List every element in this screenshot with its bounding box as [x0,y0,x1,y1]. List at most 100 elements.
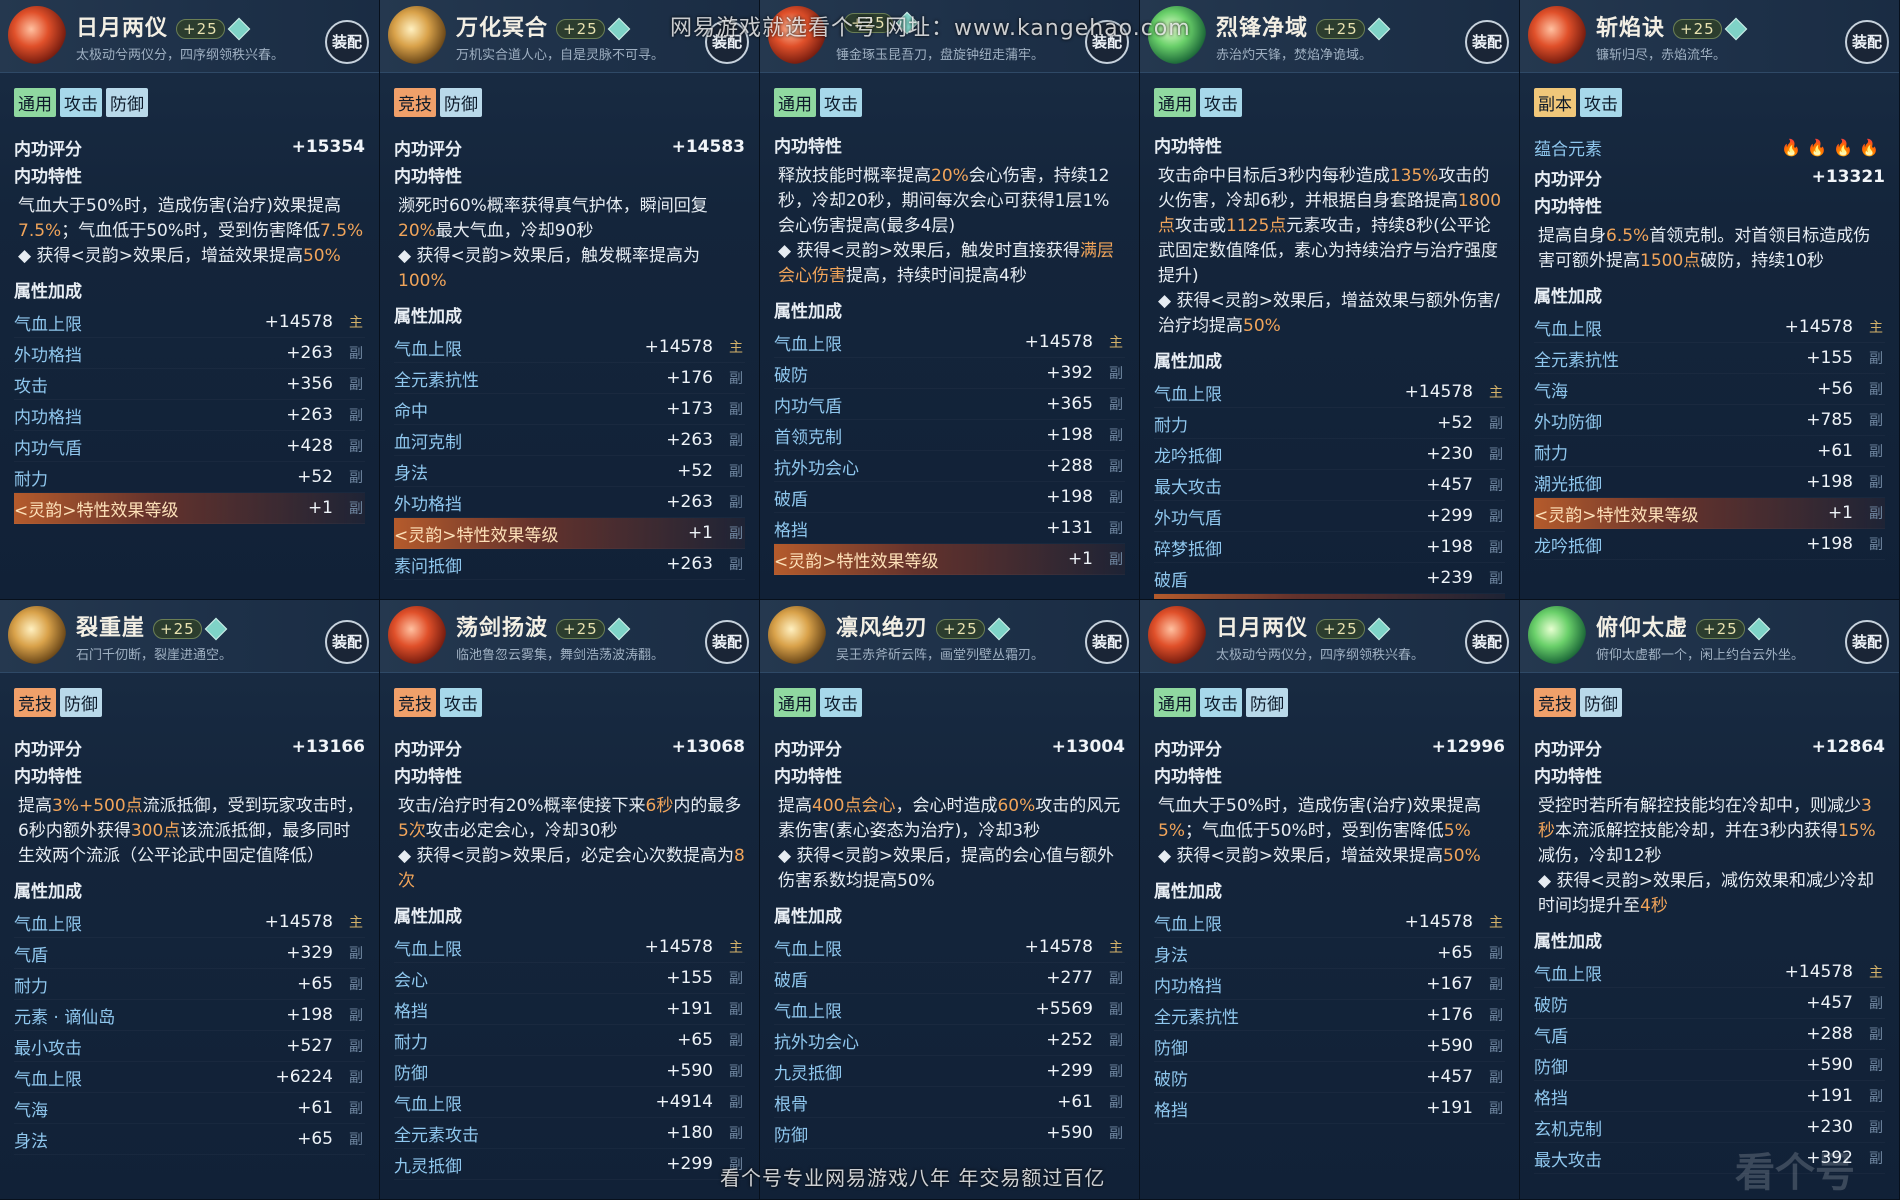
attr-row: 内功格挡 +167 副 [1154,969,1505,1000]
attr-name: 破防 [1154,1069,1188,1090]
attr-name: 耐力 [14,469,48,490]
trait-text: 提高自身 [1538,226,1606,246]
attr-row: 防御 +590 副 [1534,1050,1885,1081]
attr-type-badge: 副 [1489,1070,1503,1086]
trait-text: ◆ 获得<灵韵>效果后，减伤效果和减少冷却时间均提升至 [1538,871,1874,916]
gem-icon [227,17,250,41]
attr-type-badge: 主 [1869,320,1883,336]
attr-type-badge: 副 [1109,552,1123,568]
attr-value: +52 [297,467,333,487]
trait-description: 气血大于50%时，造成伤害(治疗)效果提高5%；气血低于50%时，受到伤害降低5… [1158,794,1505,869]
attr-name: 破盾 [1154,570,1188,591]
attr-type-badge: 主 [1489,915,1503,931]
attr-type-badge: 副 [349,1132,363,1148]
equip-button[interactable]: 装配 [325,620,369,664]
attr-name: 龙吟抵御 [1534,536,1602,557]
attr-row: 气海 +61 副 [14,1093,365,1124]
tag-attack: 攻击 [1580,88,1622,117]
tag-defense: 防御 [60,688,102,717]
tag-list: 通用 攻击 [1154,88,1242,117]
attr-name: 抗外功会心 [774,1032,859,1053]
skill-subtitle: 锤金琢玉昆吾刀，盘旋钟纽走蒲牢。 [836,48,1045,63]
skill-subtitle: 万机实合道人心，自是灵脉不可寻。 [456,48,665,63]
tag-attack: 攻击 [1200,88,1242,117]
attr-name: 破防 [1534,995,1568,1016]
attr-name: 破防 [774,365,808,386]
attr-name: 碎梦抵御 [1154,539,1222,560]
attr-type-badge: 副 [1489,1101,1503,1117]
attr-type-badge: 副 [1109,459,1123,475]
attr-type-badge: 副 [1109,1033,1123,1049]
card-content: 内功评分 +15354 内功特性 气血大于50%时，造成伤害(治疗)效果提高 7.5%；… [14,132,365,524]
attrs-heading: 属性加成 [1154,352,1222,372]
trait-highlight: 135% [1389,166,1439,186]
attr-type-badge: 主 [729,940,743,956]
equip-button[interactable]: 装配 [1845,20,1889,64]
gem-icon [607,617,630,641]
equip-button[interactable]: 装配 [1845,620,1889,664]
attr-value: +191 [1426,1098,1473,1118]
score-value: +13166 [291,737,365,757]
skill-emblem-icon [388,606,446,664]
skill-name: 凛风绝刃 [836,616,929,641]
skill-card: 荡剑扬波 +25 临池鲁忽云雾集，舞剑浩荡波涛翻。 装配 竞技 攻击 内功评分 +13068 内… [380,600,760,1200]
attr-row: 会心 +155 副 [394,963,745,994]
equip-button[interactable]: 装配 [1465,20,1509,64]
attr-row: 元素 · 谪仙岛 +198 副 [14,1000,365,1031]
skill-card: 俯仰太虚 +25 俯仰太虚都一个，闲上约台云外坐。 装配 竞技 防御 内功评分 +12864 内… [1520,600,1900,1200]
attrs-heading: 属性加成 [1154,882,1222,902]
attr-row: 潮光抵御 +198 副 [1534,467,1885,498]
skill-name: 斩焰诀 [1596,16,1666,41]
attr-type-badge: 副 [1109,1002,1123,1018]
trait-description: 气血大于50%时，造成伤害(治疗)效果提高 7.5%；气血低于50%时，受到伤害降… [18,194,365,269]
trait-text: 攻击/治疗时有20%概率使接下来 [398,796,646,816]
trait-description: 濒死时60%概率获得真气护体，瞬间回复 20%最大气血，冷却90秒 ◆ 获得<灵韵>… [398,194,745,294]
attr-name: 内功气盾 [774,396,842,417]
gem-icon [1724,17,1747,41]
attr-row: 抗外功会心 +252 副 [774,1025,1125,1056]
attr-name: <灵韵>特性效果等级 [1534,505,1699,526]
equip-button[interactable]: 装配 [705,620,749,664]
attr-name: 气血上限 [774,334,842,355]
skill-name: 裂重崖 [76,616,146,641]
attr-row: 气血上限 +14578 主 [1534,312,1885,343]
skill-title: 斩焰诀 +25 [1596,10,1747,42]
attr-row: 气血上限 +14578 主 [1534,957,1885,988]
skill-subtitle: 吴王赤斧斫云阵，画堂列壁丛霜刃。 [836,648,1045,663]
trait-text: 攻击必定会心，冷却30秒 [425,821,618,841]
tag-list: 竞技 防御 [14,688,102,717]
attr-type-badge: 副 [349,1101,363,1117]
attr-value: +263 [286,343,333,363]
trait-highlight: 5% [1158,821,1185,841]
attr-value: +14578 [1784,317,1853,337]
level-badge: +25 [936,619,985,639]
equip-button[interactable]: 装配 [1085,620,1129,664]
attr-name: 耐力 [1154,415,1188,436]
attr-row: 气血上限 +5569 副 [774,994,1125,1025]
attr-type-badge: 副 [1109,428,1123,444]
attr-value: +252 [1046,1030,1093,1050]
trait-text: ◆ 获得<灵韵>效果后，增益效果提高 [18,246,303,266]
equip-button[interactable]: 装配 [325,20,369,64]
trait-text: ◆ 获得<灵韵>效果后，提高的会心值与额外伤害系数均提高50% [778,846,1114,891]
attr-name: 外功气盾 [1154,508,1222,529]
tag-attack: 攻击 [60,88,102,117]
attr-type-badge: 副 [1869,996,1883,1012]
attr-row: 格挡 +191 副 [1154,1093,1505,1124]
attr-name: 气血上限 [1534,964,1602,985]
equip-button[interactable]: 装配 [1465,620,1509,664]
attr-value: +14578 [264,912,333,932]
trait-text: ◆ 获得<灵韵>效果后，触发时直接获得 [778,241,1080,261]
attr-row: 玄机克制 +230 副 [1534,1112,1885,1143]
attr-row: 气血上限 +14578 主 [394,932,745,963]
attr-value: +457 [1426,1067,1473,1087]
attr-name: 身法 [1154,945,1188,966]
attr-row: 格挡 +131 副 [774,513,1125,544]
attr-value: +180 [666,1123,713,1143]
traits-heading: 内功特性 [394,767,462,787]
skill-card: 日月两仪 +25 太极动兮两仪分，四序纲领秩兴春。 装配 通用 攻击 防御 内功评分 +1299… [1140,600,1520,1200]
attr-value: +392 [1046,363,1093,383]
attr-type-badge: 主 [1109,335,1123,351]
attr-value: +263 [666,554,713,574]
attr-type-badge: 副 [1869,444,1883,460]
